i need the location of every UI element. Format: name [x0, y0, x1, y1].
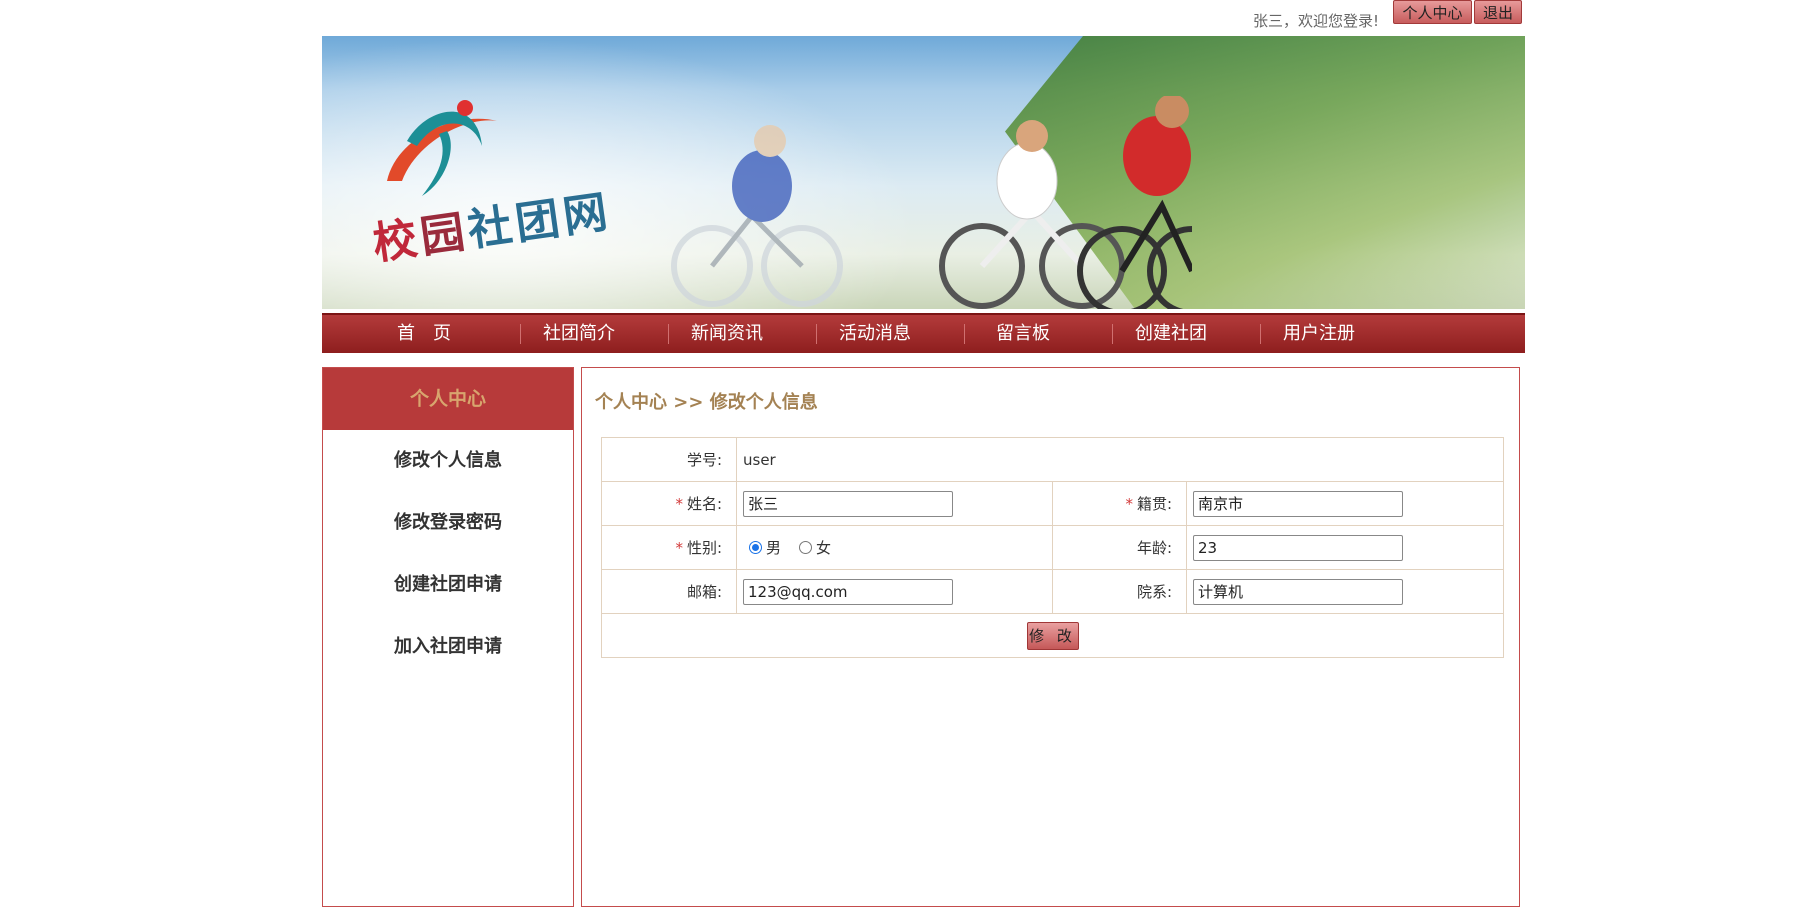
nav-item-create-club[interactable]: 创建社团	[1097, 315, 1245, 353]
logo-char: 网	[559, 186, 615, 244]
gender-female-radio[interactable]	[799, 541, 813, 554]
gender-options: 男女	[736, 525, 1053, 570]
breadcrumb: 个人中心 >> 修改个人信息	[595, 392, 818, 413]
gender-male-radio[interactable]	[749, 541, 762, 554]
gender-female-label: 女	[816, 539, 832, 557]
age-field-cell	[1186, 525, 1504, 570]
personal-center-button[interactable]: 个人中心	[1393, 0, 1472, 24]
sidebar-item-create-club-request[interactable]: 创建社团申请	[323, 554, 573, 616]
nav-item-home[interactable]: 首 页	[350, 315, 498, 353]
form-row-email: 邮箱: 院系:	[601, 569, 1504, 614]
logo-char: 团	[512, 192, 567, 250]
sidebar-item-change-password[interactable]: 修改登录密码	[323, 492, 573, 554]
logout-button[interactable]: 退出	[1474, 0, 1522, 24]
name-label-cell: * 姓名:	[601, 481, 737, 526]
form-row-name: *姓名: *籍贯:	[601, 481, 1504, 526]
department-label: 院系:	[1052, 569, 1187, 614]
gender-male-label: 男	[766, 539, 782, 557]
name-label: 姓名:	[686, 495, 722, 513]
nav-item-activities[interactable]: 活动消息	[801, 315, 949, 353]
form-row-submit: 修 改	[601, 613, 1504, 658]
department-field[interactable]	[1193, 578, 1403, 605]
nav-item-register[interactable]: 用户注册	[1245, 315, 1393, 353]
profile-form: 学号: user *姓名: *籍贯: *性别: 男女 年龄: 邮箱: 院系:	[601, 437, 1504, 658]
email-field-cell	[736, 569, 1053, 614]
header-banner: 校园社团网	[322, 36, 1525, 309]
required-asterisk: *	[675, 495, 683, 513]
name-field-cell	[736, 481, 1053, 526]
student-id-value: user	[736, 437, 1504, 482]
nav-item-message-board[interactable]: 留言板	[949, 315, 1097, 353]
main-panel: 个人中心 >> 修改个人信息 学号: user *姓名: *籍贯: *性别: 男…	[581, 367, 1520, 907]
form-row-student-id: 学号: user	[601, 437, 1504, 482]
main-nav: 首 页 社团简介 新闻资讯 活动消息 留言板 创建社团 用户注册	[322, 313, 1525, 353]
logo-char: 社	[464, 199, 520, 257]
sidebar-title: 个人中心	[323, 368, 573, 430]
department-field-cell	[1186, 569, 1504, 614]
nav-item-news[interactable]: 新闻资讯	[653, 315, 801, 353]
welcome-text: 张三，欢迎您登录!	[1252, 12, 1379, 30]
age-label: 年龄:	[1052, 525, 1187, 570]
form-row-gender: * 性别: 男女 年龄:	[601, 525, 1504, 570]
sidebar-item-edit-profile[interactable]: 修改个人信息	[323, 430, 573, 492]
required-asterisk: *	[1125, 495, 1133, 513]
required-asterisk: *	[675, 539, 683, 557]
email-label: 邮箱:	[601, 569, 737, 614]
hometown-field-cell	[1186, 481, 1504, 526]
submit-cell: 修 改	[601, 613, 1504, 658]
logo-char: 园	[417, 206, 472, 264]
student-id-label: 学号:	[601, 437, 737, 482]
page-wrapper: 张三，欢迎您登录! 个人中心 退出 校园社团网 首 页 社团简介 新闻资讯 活动…	[322, 0, 1525, 907]
logo-mark-icon	[387, 100, 497, 196]
sidebar-item-join-club-request[interactable]: 加入社团申请	[323, 616, 573, 678]
age-field[interactable]	[1193, 534, 1403, 561]
gender-label-cell: * 性别:	[601, 525, 737, 570]
nav-item-club-intro[interactable]: 社团简介	[505, 315, 653, 353]
hometown-field[interactable]	[1193, 490, 1403, 517]
hometown-label-cell: * 籍贯:	[1052, 481, 1187, 526]
top-bar: 张三，欢迎您登录! 个人中心 退出	[322, 0, 1525, 34]
submit-button[interactable]: 修 改	[1026, 621, 1079, 650]
email-field[interactable]	[743, 578, 953, 605]
logo-char: 校	[369, 212, 425, 271]
sidebar: 个人中心 修改个人信息 修改登录密码 创建社团申请 加入社团申请	[322, 367, 574, 907]
gender-label: 性别:	[686, 539, 722, 557]
hometown-label: 籍贯:	[1136, 495, 1172, 513]
cyclist-illustration	[671, 96, 1192, 309]
name-field[interactable]	[743, 490, 953, 517]
